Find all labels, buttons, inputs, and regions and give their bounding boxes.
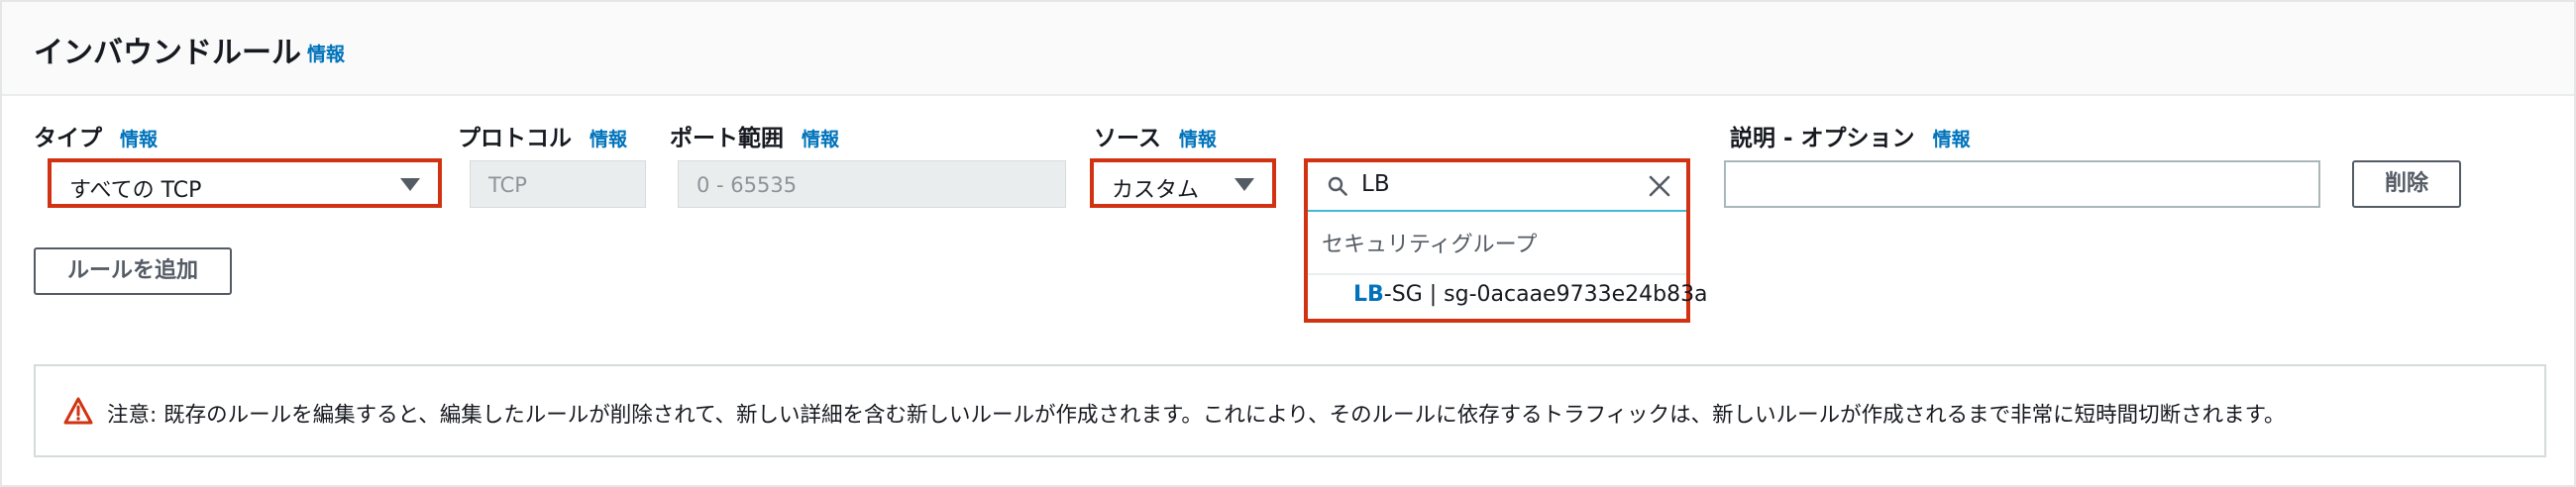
option-match-text: LB bbox=[1353, 282, 1384, 307]
type-label: タイプ 情報 bbox=[34, 119, 158, 152]
source-select-value: カスタム bbox=[1112, 178, 1200, 203]
caret-down-icon bbox=[400, 178, 420, 191]
page-title: インバウンドルール bbox=[34, 36, 301, 70]
option-rest-text: -SG | sg-0acaae9733e24b83a bbox=[1383, 282, 1708, 307]
warning-alert: 注意: 既存のルールを編集すると、編集したルールが削除されて、新しい詳細を含む新… bbox=[34, 364, 2546, 457]
add-rule-button[interactable]: ルールを追加 bbox=[34, 247, 232, 295]
port-range-label: ポート範囲 情報 bbox=[670, 119, 839, 152]
source-label: ソース 情報 bbox=[1094, 119, 1217, 152]
description-info-link[interactable]: 情報 bbox=[1933, 129, 1971, 150]
caret-down-icon bbox=[1234, 178, 1254, 191]
security-group-search: LB セキュリティグループ LB-SG | sg-0acaae9733e24b8… bbox=[1304, 158, 1708, 323]
protocol-info-link[interactable]: 情報 bbox=[590, 129, 627, 150]
security-group-option[interactable]: LB-SG | sg-0acaae9733e24b83a bbox=[1353, 282, 1708, 307]
dropdown-divider bbox=[1308, 273, 1686, 275]
inbound-rules-panel: インバウンドルール 情報 タイプ 情報 プロトコル 情報 ポート範囲 情報 ソース 情報… bbox=[0, 0, 2576, 487]
protocol-value: TCP bbox=[488, 173, 527, 197]
type-info-link[interactable]: 情報 bbox=[120, 129, 158, 150]
alert-message: 注意: 既存のルールを編集すると、編集したルールが削除されて、新しい詳細を含む新… bbox=[107, 403, 2286, 428]
source-label-text: ソース bbox=[1094, 126, 1161, 151]
type-select[interactable]: すべての TCP bbox=[48, 158, 442, 208]
panel-header: インバウンドルール 情報 bbox=[2, 2, 2574, 96]
port-range-value: 0 - 65535 bbox=[697, 173, 798, 197]
source-info-link[interactable]: 情報 bbox=[1179, 129, 1217, 150]
dropdown-group-label: セキュリティグループ bbox=[1322, 233, 1538, 257]
protocol-label: プロトコル 情報 bbox=[458, 119, 627, 152]
description-input[interactable] bbox=[1724, 160, 2320, 208]
protocol-label-text: プロトコル bbox=[458, 126, 572, 151]
close-icon[interactable] bbox=[1647, 173, 1672, 199]
delete-button[interactable]: 削除 bbox=[2352, 160, 2461, 208]
warning-icon bbox=[63, 397, 93, 425]
port-range-info-link[interactable]: 情報 bbox=[802, 129, 839, 150]
search-input[interactable]: LB bbox=[1308, 162, 1686, 212]
port-range-label-text: ポート範囲 bbox=[670, 126, 784, 151]
search-value: LB bbox=[1361, 171, 1390, 197]
type-select-value: すべての TCP bbox=[69, 178, 202, 203]
title-info-link[interactable]: 情報 bbox=[307, 40, 345, 66]
description-label-text: 説明 - オプション bbox=[1730, 126, 1915, 151]
source-select[interactable]: カスタム bbox=[1090, 158, 1276, 208]
protocol-field: TCP bbox=[470, 160, 646, 208]
type-label-text: タイプ bbox=[34, 126, 102, 151]
description-label: 説明 - オプション 情報 bbox=[1730, 119, 1971, 152]
search-icon bbox=[1328, 176, 1347, 196]
port-range-field: 0 - 65535 bbox=[678, 160, 1066, 208]
